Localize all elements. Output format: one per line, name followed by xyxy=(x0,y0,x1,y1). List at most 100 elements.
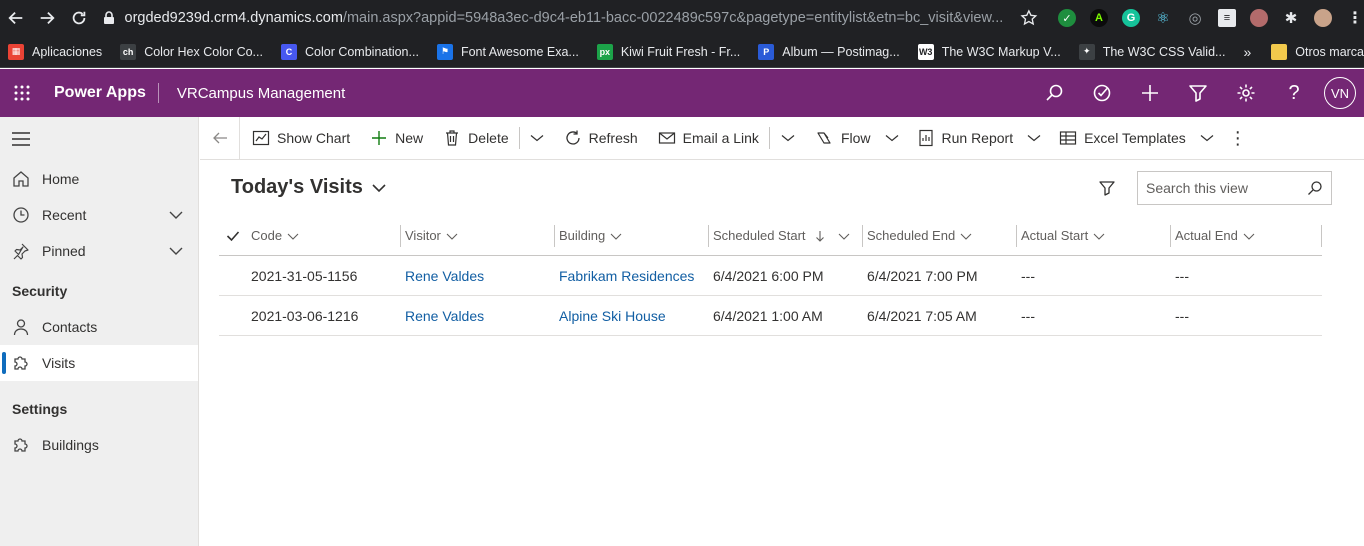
column-header-actual-end[interactable]: Actual End xyxy=(1171,224,1322,247)
flow-chevron-down-icon[interactable] xyxy=(881,117,903,160)
brand-title[interactable]: Power Apps xyxy=(44,83,159,103)
delete-button[interactable]: Delete xyxy=(433,117,518,160)
add-icon[interactable] xyxy=(1126,69,1174,117)
section-title-security: Security xyxy=(12,283,68,299)
bookmark-item[interactable]: ✦ The W3C CSS Valid... xyxy=(1078,43,1226,60)
bookmark-label: Album — Postimag... xyxy=(782,44,900,59)
bookmark-item[interactable]: ▦ Aplicaciones xyxy=(8,43,102,60)
extension-grammarly-icon[interactable]: G xyxy=(1121,9,1140,27)
email-link-button[interactable]: Email a Link xyxy=(648,117,769,160)
bookmark-label: Otros marcadores xyxy=(1295,44,1364,59)
column-header-label: Scheduled End xyxy=(867,228,956,243)
cell-building[interactable]: Alpine Ski House xyxy=(555,308,709,324)
cell-actual-end: --- xyxy=(1175,307,1189,324)
reload-icon[interactable] xyxy=(63,2,95,34)
settings-gear-icon[interactable] xyxy=(1222,69,1270,117)
search-view-box xyxy=(1137,171,1332,205)
user-avatar[interactable]: VN xyxy=(1324,77,1356,109)
column-header-actual-start[interactable]: Actual Start xyxy=(1017,224,1171,247)
chevron-down-icon[interactable] xyxy=(168,207,184,223)
run-report-button[interactable]: Run Report xyxy=(903,117,1024,160)
column-header-code[interactable]: Code xyxy=(247,224,401,247)
back-arrow-icon[interactable] xyxy=(200,116,240,160)
browser-menu-icon[interactable]: ⋮ xyxy=(1346,9,1364,27)
excel-templates-button[interactable]: Excel Templates xyxy=(1045,117,1196,160)
bookmark-item[interactable]: ch Color Hex Color Co... xyxy=(120,43,263,60)
more-bookmarks-button[interactable]: » xyxy=(1243,44,1251,60)
extension-a-icon[interactable]: A xyxy=(1089,9,1108,27)
profile-avatar-icon[interactable] xyxy=(1313,9,1332,27)
chevron-down-icon xyxy=(287,233,299,240)
more-chevron-down-icon[interactable] xyxy=(770,117,806,160)
chevron-down-icon xyxy=(372,183,386,192)
sidebar: Home Recent Pinned Security Contacts Vis… xyxy=(0,117,199,546)
assistant-icon[interactable] xyxy=(1078,69,1126,117)
bookmark-item[interactable]: P Album — Postimag... xyxy=(758,43,900,60)
grid-header: Code Visitor Building Scheduled Start Schedu… xyxy=(219,216,1322,256)
bookmark-favicon-icon: ⚑ xyxy=(436,43,453,60)
search-input[interactable] xyxy=(1146,180,1296,196)
cell-visitor[interactable]: Rene Valdes xyxy=(401,268,555,284)
view-title: Today's Visits xyxy=(231,176,363,198)
person-icon xyxy=(13,319,29,336)
table-row[interactable]: 2021-31-05-1156 Rene Valdes Fabrikam Resid… xyxy=(219,256,1322,296)
show-chart-button[interactable]: Show Chart xyxy=(240,117,360,160)
chevron-down-icon[interactable] xyxy=(168,243,184,259)
column-header-label: Building xyxy=(559,228,606,243)
app-launcher-icon[interactable] xyxy=(0,69,44,117)
bookmark-item[interactable]: ⚑ Font Awesome Exa... xyxy=(436,43,579,60)
bookmark-favicon-icon: W3 xyxy=(917,43,934,60)
filter-icon[interactable] xyxy=(1097,178,1117,198)
flow-icon xyxy=(817,132,831,144)
extension-red-icon[interactable] xyxy=(1249,9,1268,27)
extensions-puzzle-icon[interactable]: ✱ xyxy=(1282,9,1300,27)
column-header-label: Visitor xyxy=(405,228,441,243)
cell-building[interactable]: Fabrikam Residences xyxy=(555,268,709,284)
select-all-checkmark-icon[interactable] xyxy=(219,229,247,243)
extension-clock-icon[interactable]: ◎ xyxy=(1186,9,1204,27)
column-header-building[interactable]: Building xyxy=(555,224,709,247)
bookmark-label: Color Combination... xyxy=(304,44,419,59)
column-header-scheduled-start[interactable]: Scheduled Start xyxy=(709,224,863,247)
forward-arrow-icon[interactable] xyxy=(32,2,64,34)
sidebar-item-pinned[interactable]: Pinned xyxy=(0,233,198,269)
extension-list-icon[interactable]: ≡ xyxy=(1217,9,1236,27)
search-icon[interactable] xyxy=(1030,69,1078,117)
bookmark-label: The W3C CSS Valid... xyxy=(1102,44,1226,59)
bookmark-item[interactable]: C Color Combination... xyxy=(280,43,419,60)
excel-chevron-down-icon[interactable] xyxy=(1196,117,1218,160)
other-bookmarks-folder[interactable]: Otros marcadores xyxy=(1271,43,1364,60)
sidebar-item-buildings[interactable]: Buildings xyxy=(0,427,198,463)
bookmark-star-icon[interactable] xyxy=(1020,9,1038,27)
extension-check-icon[interactable]: ✓ xyxy=(1057,9,1076,27)
bookmark-favicon-icon: C xyxy=(280,43,297,60)
sidebar-item-visits[interactable]: Visits xyxy=(0,345,198,381)
extension-react-icon[interactable]: ⚛ xyxy=(1154,9,1172,27)
sidebar-item-contacts[interactable]: Contacts xyxy=(0,309,198,345)
hamburger-menu-icon[interactable] xyxy=(0,117,198,161)
flow-button[interactable]: Flow xyxy=(806,117,881,160)
email-icon xyxy=(658,132,675,144)
column-header-scheduled-end[interactable]: Scheduled End xyxy=(863,224,1017,247)
more-options-icon[interactable]: ⋮ xyxy=(1218,117,1258,160)
run-report-chevron-down-icon[interactable] xyxy=(1023,117,1045,160)
back-arrow-icon[interactable] xyxy=(0,2,32,34)
cell-visitor[interactable]: Rene Valdes xyxy=(401,308,555,324)
more-chevron-down-icon[interactable] xyxy=(520,117,554,160)
help-icon[interactable]: ? xyxy=(1270,69,1318,117)
bookmark-item[interactable]: px Kiwi Fruit Fresh - Fr... xyxy=(596,43,740,60)
new-button[interactable]: New xyxy=(360,117,433,160)
bookmark-item[interactable]: W3 The W3C Markup V... xyxy=(917,43,1061,60)
cell-actual-end: --- xyxy=(1175,267,1189,284)
address-bar[interactable]: orgded9239d.crm4.dynamics.com/main.aspx?… xyxy=(101,0,1007,36)
filter-icon[interactable] xyxy=(1174,69,1222,117)
sidebar-item-home[interactable]: Home xyxy=(0,161,198,197)
bookmark-favicon-icon: ch xyxy=(120,43,137,60)
column-header-visitor[interactable]: Visitor xyxy=(401,224,555,247)
sidebar-item-recent[interactable]: Recent xyxy=(0,197,198,233)
search-icon[interactable] xyxy=(1307,180,1323,196)
refresh-button[interactable]: Refresh xyxy=(554,117,648,160)
app-name[interactable]: VRCampus Management xyxy=(159,85,345,102)
view-selector[interactable]: Today's Visits xyxy=(231,176,387,199)
table-row[interactable]: 2021-03-06-1216 Rene Valdes Alpine Ski Hou… xyxy=(219,296,1322,336)
